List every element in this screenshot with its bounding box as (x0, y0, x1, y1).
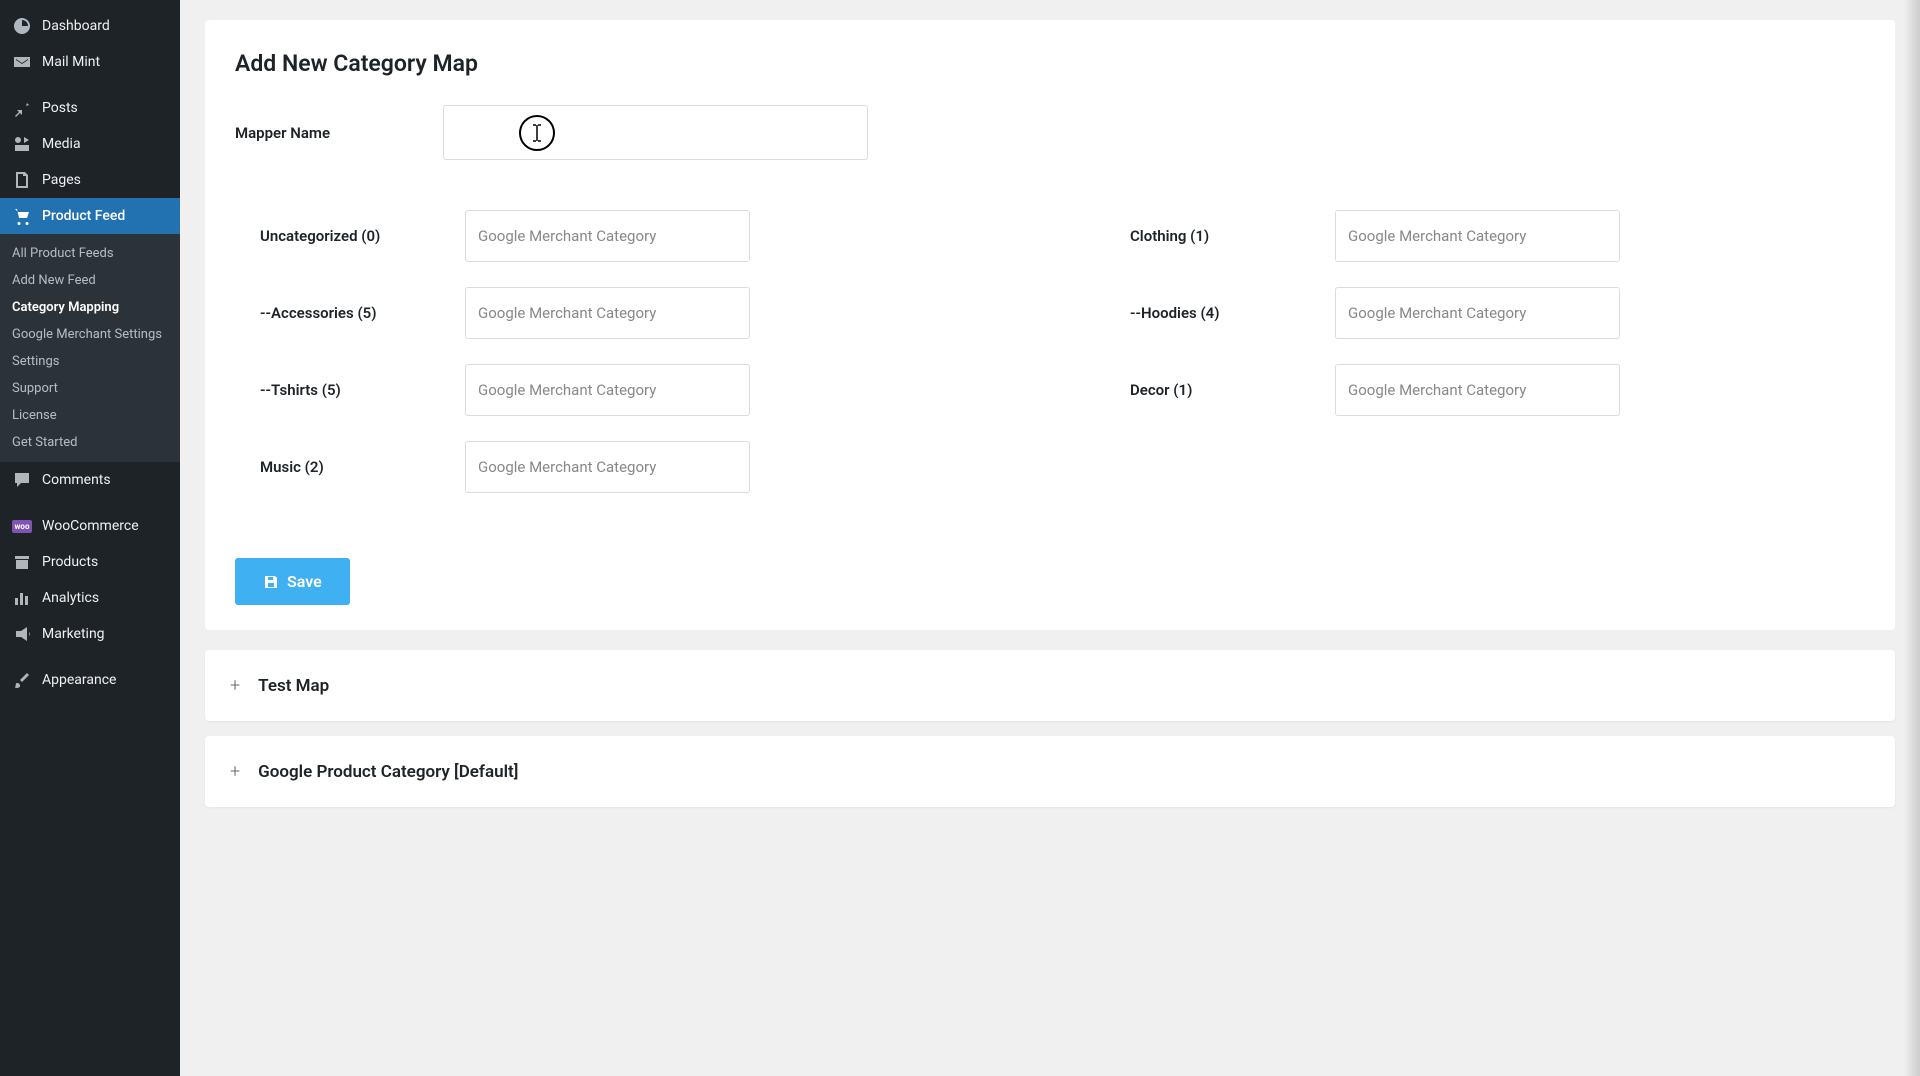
category-row-decor: Decor (1) (1130, 364, 1840, 416)
pin-icon (12, 98, 32, 118)
box-icon (12, 552, 32, 572)
category-row-tshirts: --Tshirts (5) (260, 364, 970, 416)
category-input-tshirts[interactable] (465, 364, 750, 416)
menu-appearance[interactable]: Appearance (0, 662, 180, 698)
category-row-uncategorized: Uncategorized (0) (260, 210, 970, 262)
category-row-music: Music (2) (260, 441, 970, 493)
mapper-input-wrapper (443, 105, 868, 160)
mapper-name-input[interactable] (443, 105, 868, 160)
categories-grid: Uncategorized (0) --Accessories (5) --Ts… (260, 210, 1840, 518)
brush-icon (12, 670, 32, 690)
megaphone-icon (12, 624, 32, 644)
category-input-clothing[interactable] (1335, 210, 1620, 262)
accordion-panel: + Test Map + Google Product Category [De… (205, 650, 1895, 807)
menu-posts[interactable]: Posts (0, 90, 180, 126)
menu-mail-mint[interactable]: Mail Mint (0, 44, 180, 80)
menu-label: Analytics (42, 590, 99, 606)
category-input-accessories[interactable] (465, 287, 750, 339)
menu-woocommerce[interactable]: woo WooCommerce (0, 508, 180, 544)
menu-analytics[interactable]: Analytics (0, 580, 180, 616)
submenu-license[interactable]: License (0, 402, 180, 429)
plus-icon: + (230, 675, 240, 696)
mapper-name-label: Mapper Name (235, 124, 443, 142)
save-icon (263, 574, 279, 590)
mail-icon (12, 52, 32, 72)
category-input-decor[interactable] (1335, 364, 1620, 416)
menu-label: Media (42, 136, 81, 152)
menu-product-feed[interactable]: Product Feed (0, 198, 180, 234)
category-row-clothing: Clothing (1) (1130, 210, 1840, 262)
menu-label: Pages (42, 172, 81, 188)
menu-media[interactable]: Media (0, 126, 180, 162)
save-label: Save (287, 572, 322, 591)
menu-label: WooCommerce (42, 518, 139, 534)
category-row-hoodies: --Hoodies (4) (1130, 287, 1840, 339)
plus-icon: + (230, 761, 240, 782)
add-category-map-panel: Add New Category Map Mapper Name Uncateg… (205, 20, 1895, 630)
categories-panel: Uncategorized (0) --Accessories (5) --Ts… (235, 185, 1865, 533)
submenu-add-new-feed[interactable]: Add New Feed (0, 267, 180, 294)
menu-comments[interactable]: Comments (0, 462, 180, 498)
submenu-get-started[interactable]: Get Started (0, 429, 180, 456)
category-label: --Tshirts (5) (260, 381, 465, 399)
menu-marketing[interactable]: Marketing (0, 616, 180, 652)
category-label: Uncategorized (0) (260, 227, 465, 245)
submenu-google-merchant[interactable]: Google Merchant Settings (0, 321, 180, 348)
category-label: --Hoodies (4) (1130, 304, 1335, 322)
category-label: --Accessories (5) (260, 304, 465, 322)
main-content: Add New Category Map Mapper Name Uncateg… (180, 0, 1920, 1076)
menu-label: Products (42, 554, 98, 570)
submenu-product-feed: All Product Feeds Add New Feed Category … (0, 234, 180, 462)
accordion-title: Test Map (258, 676, 329, 696)
category-input-hoodies[interactable] (1335, 287, 1620, 339)
dashboard-icon (12, 16, 32, 36)
save-button[interactable]: Save (235, 558, 350, 605)
category-input-music[interactable] (465, 441, 750, 493)
page-title: Add New Category Map (235, 50, 1865, 77)
categories-right-column: Clothing (1) --Hoodies (4) Decor (1) (1130, 210, 1840, 518)
menu-dashboard[interactable]: Dashboard (0, 8, 180, 44)
media-icon (12, 134, 32, 154)
submenu-category-mapping[interactable]: Category Mapping (0, 294, 180, 321)
menu-label: Mail Mint (42, 54, 100, 70)
admin-sidebar: Dashboard Mail Mint Posts Media Pages Pr… (0, 0, 180, 1076)
chart-icon (12, 588, 32, 608)
pages-icon (12, 170, 32, 190)
category-label: Music (2) (260, 458, 465, 476)
category-label: Clothing (1) (1130, 227, 1335, 245)
submenu-settings[interactable]: Settings (0, 348, 180, 375)
accordion-title: Google Product Category [Default] (258, 762, 518, 782)
comment-icon (12, 470, 32, 490)
menu-label: Dashboard (42, 18, 110, 34)
menu-label: Product Feed (42, 208, 125, 224)
category-input-uncategorized[interactable] (465, 210, 750, 262)
menu-products[interactable]: Products (0, 544, 180, 580)
category-row-accessories: --Accessories (5) (260, 287, 970, 339)
accordion-google-category[interactable]: + Google Product Category [Default] (205, 736, 1895, 807)
menu-pages[interactable]: Pages (0, 162, 180, 198)
submenu-support[interactable]: Support (0, 375, 180, 402)
menu-label: Appearance (42, 672, 116, 688)
submenu-all-feeds[interactable]: All Product Feeds (0, 240, 180, 267)
menu-label: Marketing (42, 626, 105, 642)
woo-icon: woo (12, 516, 32, 536)
accordion-test-map[interactable]: + Test Map (205, 650, 1895, 721)
category-label: Decor (1) (1130, 381, 1335, 399)
menu-label: Posts (42, 100, 78, 116)
cart-icon (12, 206, 32, 226)
menu-label: Comments (42, 472, 111, 488)
mapper-name-row: Mapper Name (235, 105, 1865, 160)
categories-left-column: Uncategorized (0) --Accessories (5) --Ts… (260, 210, 970, 518)
